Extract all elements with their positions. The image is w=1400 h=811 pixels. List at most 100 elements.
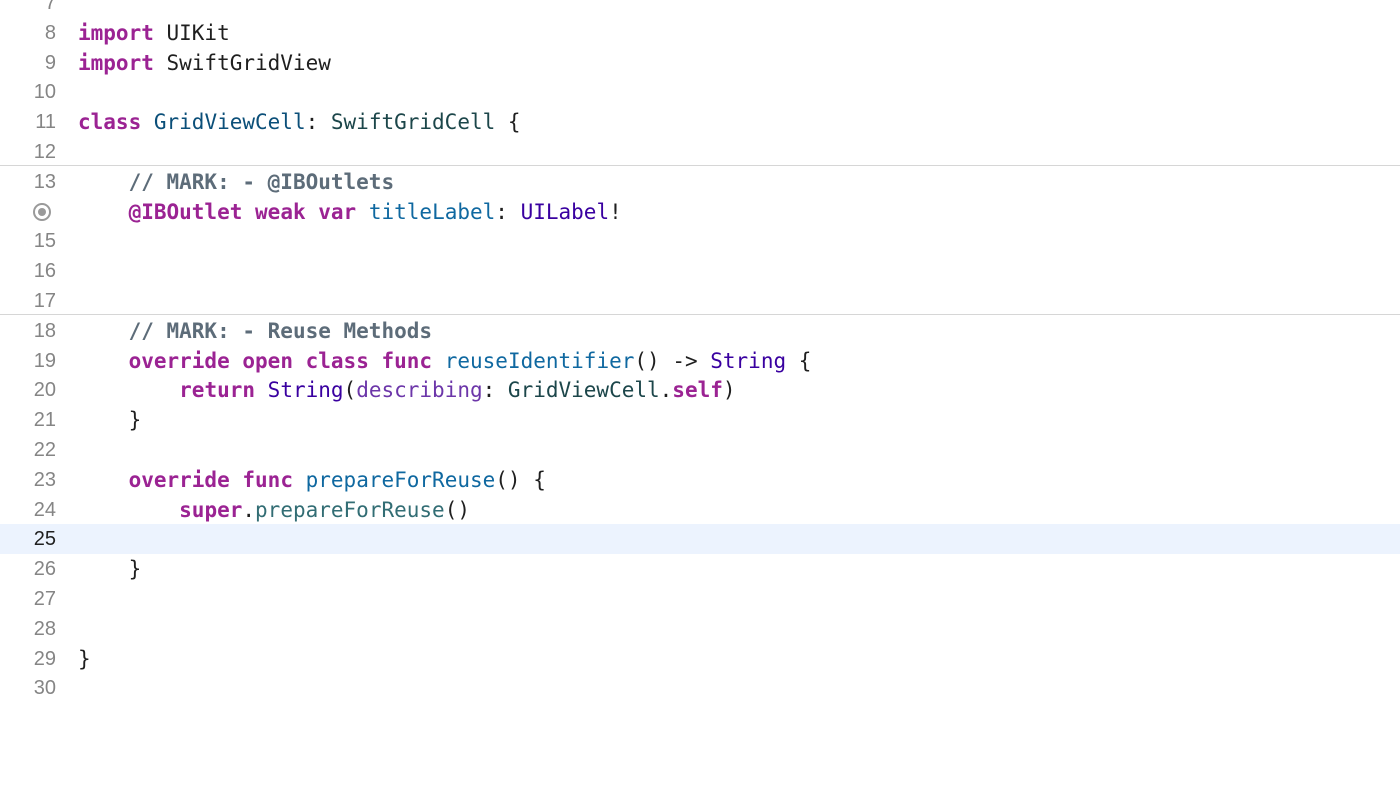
code-token: SwiftGridView (153, 51, 331, 75)
code-token: import (78, 21, 154, 45)
code-text[interactable]: class GridViewCell: SwiftGridCell { (78, 107, 521, 137)
code-text[interactable]: // MARK: - @IBOutlets (78, 167, 395, 197)
code-token: prepareForReuse (305, 468, 496, 492)
code-token: titleLabel (368, 200, 496, 224)
code-text[interactable]: } (78, 644, 91, 674)
mark-separator (0, 314, 1400, 315)
line-number[interactable]: 25 (0, 524, 56, 554)
code-line[interactable]: 19 override open class func reuseIdentif… (0, 346, 1400, 376)
line-number[interactable]: 9 (0, 48, 56, 78)
code-text[interactable]: @IBOutlet weak var titleLabel: UILabel! (78, 197, 622, 227)
code-token: } (78, 408, 142, 432)
code-line[interactable]: 13 // MARK: - @IBOutlets (0, 167, 1400, 197)
code-text[interactable]: } (78, 554, 142, 584)
line-number[interactable]: 13 (0, 167, 56, 197)
code-token: . (242, 498, 256, 522)
code-line[interactable]: 26 } (0, 554, 1400, 584)
code-token: String (267, 378, 344, 402)
line-number[interactable]: 10 (0, 77, 56, 107)
code-text[interactable]: import UIKit (78, 18, 230, 48)
code-token: UILabel (520, 200, 610, 224)
code-token: override (128, 349, 230, 373)
code-text[interactable]: import SwiftGridView (78, 48, 331, 78)
code-line[interactable]: 27 (0, 584, 1400, 614)
code-token: : (495, 200, 521, 224)
code-token: : (305, 110, 331, 134)
code-line[interactable]: 10 (0, 77, 1400, 107)
code-line[interactable]: 24 super.prepareForReuse() (0, 495, 1400, 525)
code-text[interactable]: } (78, 405, 142, 435)
code-editor[interactable]: 7 8 import UIKit 9 import SwiftGridView 10 11 c… (0, 0, 1400, 811)
code-line[interactable]: 17 (0, 286, 1400, 316)
code-line[interactable]: 20 return String(describing: GridViewCel… (0, 375, 1400, 405)
code-text[interactable]: override open class func reuseIdentifier… (78, 346, 812, 376)
line-number[interactable]: 21 (0, 405, 56, 435)
code-token: () -> (634, 349, 711, 373)
code-text[interactable]: override func prepareForReuse() { (78, 465, 546, 495)
code-text[interactable]: // MARK: - Reuse Methods (78, 316, 432, 346)
line-number[interactable]: 11 (0, 107, 56, 137)
code-line[interactable]: 23 override func prepareForReuse() { (0, 465, 1400, 495)
code-line[interactable]: 29} (0, 644, 1400, 674)
line-number[interactable]: 18 (0, 316, 56, 346)
code-token: class (78, 110, 142, 134)
code-line[interactable]: 15 (0, 226, 1400, 256)
line-number[interactable]: 17 (0, 286, 56, 316)
code-line[interactable]: 12 (0, 137, 1400, 167)
code-text[interactable]: super.prepareForReuse() (78, 495, 470, 525)
code-line[interactable]: 21 } (0, 405, 1400, 435)
line-number[interactable]: 30 (0, 673, 56, 703)
code-token: SwiftGridCell (330, 110, 496, 134)
line-number[interactable]: 8 (0, 18, 56, 48)
code-line[interactable]: 11 class GridViewCell: SwiftGridCell { (0, 107, 1400, 137)
line-number[interactable]: 23 (0, 465, 56, 495)
code-token: open (242, 349, 293, 373)
code-token: reuseIdentifier (444, 349, 635, 373)
code-token: // MARK: - Reuse Methods (128, 319, 433, 343)
code-token: () (444, 498, 470, 522)
line-number[interactable]: 29 (0, 644, 56, 674)
code-token: // MARK: - @IBOutlets (128, 170, 395, 194)
line-number[interactable]: 22 (0, 435, 56, 465)
code-token: ( (343, 378, 357, 402)
code-line[interactable]: 30 (0, 673, 1400, 703)
code-token: GridViewCell (507, 378, 660, 402)
outlet-connection-icon[interactable] (33, 203, 51, 221)
code-token: describing (356, 378, 483, 402)
line-number[interactable]: 28 (0, 614, 56, 644)
code-line[interactable]: 7 (0, 0, 1400, 18)
code-line[interactable]: 18 // MARK: - Reuse Methods (0, 316, 1400, 346)
code-token: ) (722, 378, 736, 402)
code-line[interactable]: 22 (0, 435, 1400, 465)
code-token: class (305, 349, 369, 373)
code-line[interactable]: 16 (0, 256, 1400, 286)
line-number[interactable]: 16 (0, 256, 56, 286)
code-line[interactable]: 28 (0, 614, 1400, 644)
code-token: self (672, 378, 723, 402)
line-number[interactable]: 26 (0, 554, 56, 584)
code-line[interactable]: 8 import UIKit (0, 18, 1400, 48)
line-number[interactable]: 24 (0, 495, 56, 525)
line-number[interactable]: 20 (0, 375, 56, 405)
line-number[interactable]: 7 (0, 0, 56, 18)
code-token: return (179, 378, 256, 402)
code-token: func (242, 468, 293, 492)
line-number[interactable]: 12 (0, 137, 56, 167)
code-token: override (128, 468, 230, 492)
line-number[interactable]: 15 (0, 226, 56, 256)
code-token: . (659, 378, 673, 402)
line-number[interactable]: 19 (0, 346, 56, 376)
code-text[interactable]: return String(describing: GridViewCell.s… (78, 375, 736, 405)
line-number[interactable]: 27 (0, 584, 56, 614)
current-code-line[interactable]: 25 (0, 524, 1400, 554)
code-line[interactable]: @IBOutlet weak var titleLabel: UILabel! (0, 197, 1400, 227)
code-token: super (179, 498, 243, 522)
code-line[interactable]: 9 import SwiftGridView (0, 48, 1400, 78)
